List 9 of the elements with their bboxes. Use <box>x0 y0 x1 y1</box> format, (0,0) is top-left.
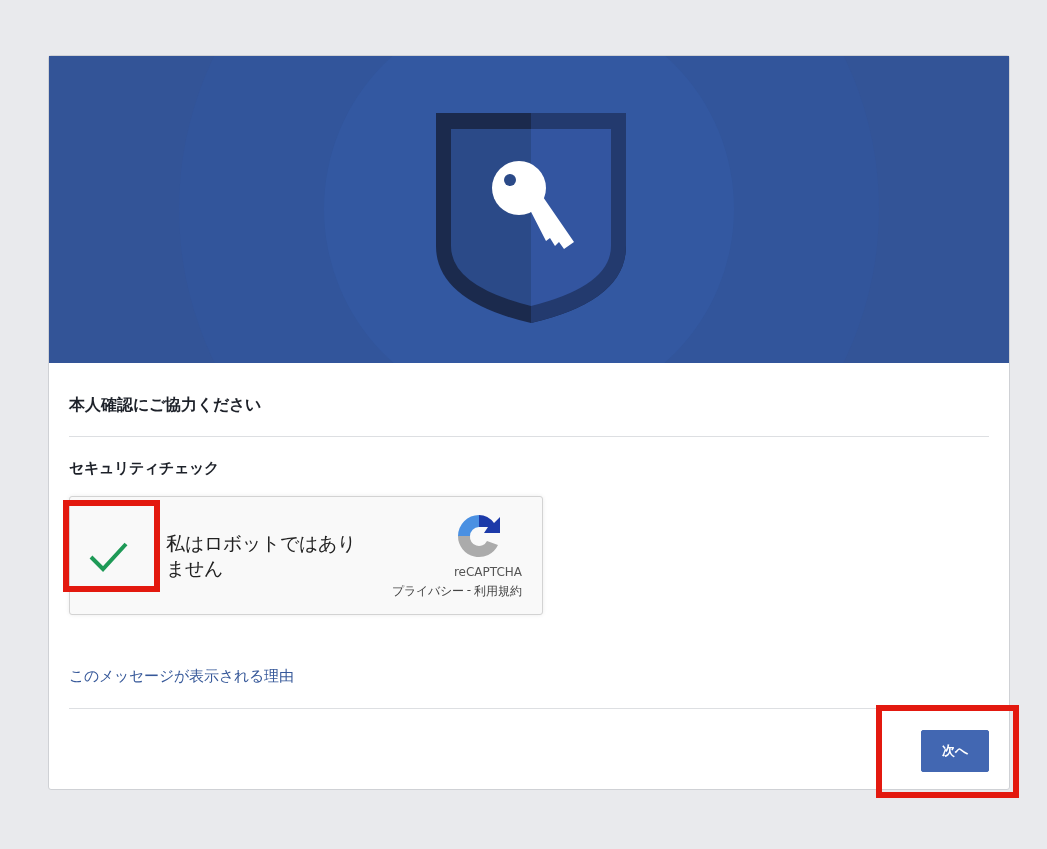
help-link[interactable]: このメッセージが表示される理由 <box>69 667 294 686</box>
page-heading: 本人確認にご協力ください <box>69 363 989 437</box>
link-separator: - <box>466 583 471 599</box>
terms-link[interactable]: 利用規約 <box>474 583 522 600</box>
next-button[interactable]: 次へ <box>921 730 989 772</box>
captcha-label: 私はロボットではありません <box>166 530 357 581</box>
privacy-link[interactable]: プライバシー <box>391 583 464 600</box>
captcha-brand: reCAPTCHA <box>453 565 522 579</box>
section-label: セキュリティチェック <box>69 459 220 478</box>
